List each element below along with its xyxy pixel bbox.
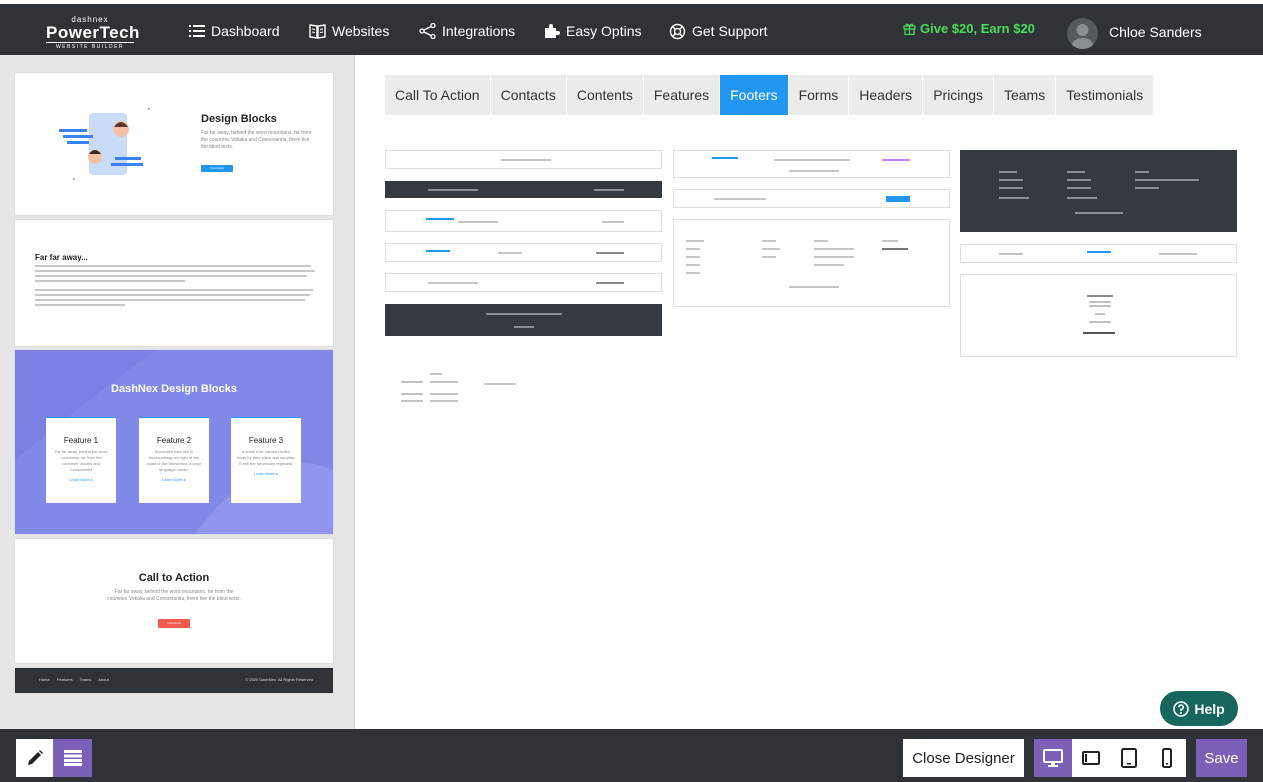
help-button[interactable]: Help: [1160, 691, 1238, 726]
nav-websites-label: Websites: [332, 23, 390, 39]
share-icon: [419, 23, 436, 39]
tab-teams[interactable]: Teams: [994, 75, 1057, 115]
tab-features[interactable]: Features: [644, 75, 721, 115]
tablet-view-button[interactable]: [1110, 739, 1148, 777]
nav-websites[interactable]: Websites: [309, 21, 389, 41]
tab-pricings[interactable]: Pricings: [923, 75, 994, 115]
feature-text: Far far away, behind the word mountains,…: [54, 449, 108, 472]
tab-footers[interactable]: Footers: [720, 75, 789, 115]
selected-blocks-panel: Design Blocks Far far away, behind the w…: [0, 55, 355, 729]
nav-get-support-label: Get Support: [692, 23, 768, 39]
footer-thumbnail[interactable]: [385, 304, 662, 336]
desktop-view-button[interactable]: [1034, 739, 1072, 777]
footer-thumbnail[interactable]: [385, 210, 662, 232]
pencil-icon: [27, 750, 43, 765]
puzzle-icon: [545, 24, 560, 38]
card2-title: Far far away...: [35, 253, 88, 262]
edit-mode-button[interactable]: [16, 739, 53, 777]
bottom-toolbar: Close Designer Save: [0, 729, 1263, 782]
footer-thumbnail[interactable]: [385, 150, 662, 169]
feature-title: Feature 3: [248, 436, 284, 445]
footer-thumbnail[interactable]: [673, 150, 950, 178]
block-preview-features[interactable]: DashNex Design Blocks Feature 1 Far far …: [15, 350, 333, 534]
tab-call-to-action[interactable]: Call To Action: [385, 75, 491, 115]
card3-title: DashNex Design Blocks: [111, 383, 237, 395]
footer-thumbnail[interactable]: [673, 189, 950, 208]
block-preview-footer[interactable]: Home Features Teams About © 2020 DashNex…: [15, 668, 333, 693]
user-name[interactable]: Chloe Sanders: [1109, 24, 1202, 40]
feature-title: Feature 2: [156, 436, 192, 445]
gift-icon: [903, 23, 916, 35]
nav-easy-optins-label: Easy Optins: [566, 23, 642, 39]
card2-text-lines: [35, 265, 315, 309]
footer-thumbnail[interactable]: [385, 370, 525, 406]
feature-title: Feature 1: [63, 436, 99, 445]
footer-thumbnail[interactable]: [960, 150, 1237, 232]
block-preview-content[interactable]: Far far away...: [15, 220, 333, 346]
tablet-landscape-icon: [1082, 751, 1100, 765]
list-blocks-icon: [63, 750, 82, 766]
tab-contacts[interactable]: Contacts: [491, 75, 567, 115]
footer-copyright: © 2020 DashNex. All Rights Reserved: [245, 677, 313, 682]
card1-download-button: Download: [201, 165, 233, 172]
phone-icon: [1162, 748, 1172, 768]
footer-thumbnail[interactable]: [385, 243, 662, 262]
top-navigation-bar: dashnex PowerTech WEBSITE BUILDER Dashbo…: [0, 0, 1263, 55]
feature-link: Learn More ▸: [162, 477, 186, 482]
footer-thumbnail[interactable]: [960, 244, 1237, 263]
block-preview-design-blocks[interactable]: Design Blocks Far far away, behind the w…: [15, 73, 333, 215]
feature-card: Feature 2 Separated they live in Bookmar…: [139, 417, 209, 503]
nav-get-support[interactable]: Get Support: [669, 21, 768, 41]
promo-label: Give $20, Earn $20: [920, 21, 1035, 36]
save-button[interactable]: Save: [1196, 739, 1247, 777]
nav-integrations-label: Integrations: [442, 23, 516, 39]
avatar[interactable]: [1067, 18, 1098, 49]
footer-thumbnail[interactable]: [385, 181, 662, 198]
feature-card: Feature 1 Far far away, behind the word …: [46, 417, 116, 503]
powertech-logo[interactable]: dashnex PowerTech WEBSITE BUILDER: [46, 16, 140, 50]
card4-download-button: Download: [158, 619, 190, 628]
nav-dashboard[interactable]: Dashboard: [189, 21, 280, 41]
nav-easy-optins[interactable]: Easy Optins: [544, 21, 641, 41]
tab-contents[interactable]: Contents: [567, 75, 644, 115]
footer-thumbnail[interactable]: [385, 273, 662, 292]
feature-text: A small river named Duden flows by their…: [237, 449, 295, 466]
feature-card: Feature 3 A small river named Duden flow…: [231, 417, 301, 503]
help-label: Help: [1194, 700, 1225, 717]
nav-dashboard-label: Dashboard: [211, 23, 280, 39]
block-preview-call-to-action[interactable]: Call to Action Far far away, behind the …: [15, 539, 333, 663]
feature-link: Learn More ▸: [254, 471, 278, 476]
question-circle-icon: [1173, 700, 1190, 717]
close-designer-button[interactable]: Close Designer: [903, 739, 1024, 777]
desktop-icon: [1043, 749, 1063, 767]
nav-integrations[interactable]: Integrations: [419, 21, 515, 41]
footer-thumbnail[interactable]: [960, 274, 1237, 357]
feature-link: Learn More ▸: [69, 477, 93, 482]
tab-headers[interactable]: Headers: [849, 75, 924, 115]
referral-promo-link[interactable]: Give $20, Earn $20: [903, 21, 1035, 36]
phone-view-button[interactable]: [1148, 739, 1186, 777]
book-icon: [309, 24, 326, 39]
logo-sub-text: WEBSITE BUILDER: [46, 42, 134, 50]
card4-text: Far far away, behind the word mountains,…: [107, 589, 241, 602]
logo-big-text: PowerTech: [46, 23, 140, 42]
block-category-tabs: Call To Action Contacts Contents Feature…: [385, 75, 1155, 115]
card1-title: Design Blocks: [201, 113, 277, 125]
footer-links: Home Features Teams About: [39, 677, 109, 682]
blocks-panel-button[interactable]: [53, 739, 92, 777]
feature-text: Separated they live in Bookmarksgrove ri…: [146, 449, 202, 472]
list-icon: [189, 25, 205, 37]
card1-text: Far far away, behind the word mountains,…: [201, 130, 312, 150]
card4-title: Call to Action: [138, 572, 210, 584]
lifebuoy-icon: [669, 23, 686, 39]
chat-illustration-icon: [59, 108, 150, 180]
footer-thumbnail[interactable]: [673, 219, 950, 307]
tablet-icon: [1121, 748, 1137, 768]
tab-forms[interactable]: Forms: [789, 75, 850, 115]
tablet-landscape-view-button[interactable]: [1072, 739, 1110, 777]
tab-testimonials[interactable]: Testimonials: [1056, 75, 1155, 115]
